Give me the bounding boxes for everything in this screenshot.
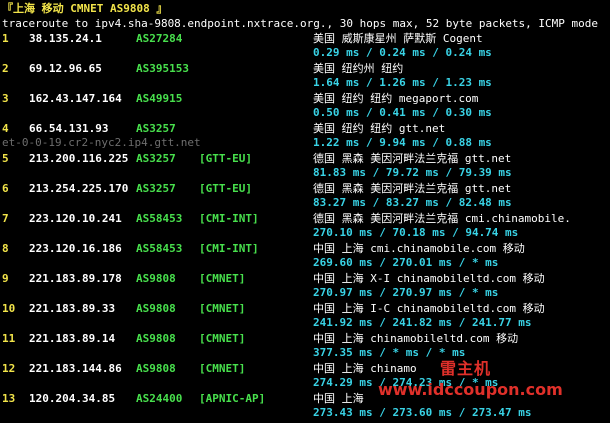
hop-number: 8: [2, 242, 9, 255]
hop-geo: 中国 上海 X-I chinamobileltd.com 移动: [313, 272, 545, 285]
hop-rtt: 0.29 ms / 0.24 ms / 0.24 ms: [313, 46, 492, 59]
hop-rtt: 1.64 ms / 1.26 ms / 1.23 ms: [313, 76, 492, 89]
hop-geo: 中国 上海 I-C chinamobileltd.com 移动: [313, 302, 545, 315]
hop-geo: 美国 纽约 纽约 megaport.com: [313, 92, 479, 105]
hop-network-tag: [CMI-INT]: [199, 242, 259, 255]
terminal-window: 『上海 移动 CMNET AS9808 』 traceroute to ipv4…: [0, 0, 610, 423]
hop-rtt: 0.50 ms / 0.41 ms / 0.30 ms: [313, 106, 492, 119]
hop-ip: 66.54.131.93: [29, 122, 109, 135]
hop-ip: 221.183.89.14: [29, 332, 116, 345]
hop-network-tag: [CMI-INT]: [199, 212, 259, 225]
hop-ip: 213.200.116.225: [29, 152, 129, 165]
hop-asn: AS395153: [136, 62, 189, 75]
hop-geo: 中国 上海 chinamo: [313, 362, 417, 375]
hop-geo: 美国 纽约州 纽约: [313, 62, 404, 75]
hop-asn: AS58453: [136, 212, 183, 225]
hop-number: 6: [2, 182, 9, 195]
hop-ip: 223.120.10.241: [29, 212, 122, 225]
hop-ip: 162.43.147.164: [29, 92, 122, 105]
command-text: traceroute to ipv4.sha-9808.endpoint.nxt…: [2, 17, 599, 30]
hop-geo: 德国 黑森 美因河畔法兰克福 cmi.chinamobile.: [313, 212, 571, 225]
hop-ip: 221.183.89.33: [29, 302, 116, 315]
hop-asn: AS49915: [136, 92, 183, 105]
hop-network-tag: [CMNET]: [199, 362, 246, 375]
hop-ip: 221.183.89.178: [29, 272, 122, 285]
hop-geo: 中国 上海 chinamobileltd.com 移动: [313, 332, 519, 345]
hop-number: 1: [2, 32, 9, 45]
hop-network-tag: [GTT-EU]: [199, 152, 252, 165]
hop-asn: AS3257: [136, 122, 176, 135]
hop-asn: AS9808: [136, 362, 176, 375]
hop-geo: 美国 纽约 纽约 gtt.net: [313, 122, 446, 135]
hop-number: 5: [2, 152, 9, 165]
hop-number: 12: [2, 362, 16, 375]
hop-network-tag: [GTT-EU]: [199, 182, 252, 195]
hop-number: 13: [2, 392, 16, 405]
hop-network-tag: [CMNET]: [199, 332, 246, 345]
hop-ip: 221.183.144.86: [29, 362, 122, 375]
hop-ip: 69.12.96.65: [29, 62, 102, 75]
hop-ip: 120.204.34.85: [29, 392, 116, 405]
hop-geo: 德国 黑森 美因河畔法兰克福 gtt.net: [313, 182, 512, 195]
hop-geo: 中国 上海: [313, 392, 364, 405]
hop-asn: AS27284: [136, 32, 183, 45]
hop-asn: AS3257: [136, 152, 176, 165]
hop-rtt: 1.22 ms / 9.94 ms / 0.88 ms: [313, 136, 492, 149]
hop-rtt: 81.83 ms / 79.72 ms / 79.39 ms: [313, 166, 512, 179]
hop-asn: AS9808: [136, 272, 176, 285]
hop-rtt: 269.60 ms / 270.01 ms / * ms: [313, 256, 499, 269]
hop-number: 9: [2, 272, 9, 285]
hop-network-tag: [APNIC-AP]: [199, 392, 266, 405]
hop-ip: 38.135.24.1: [29, 32, 102, 45]
hop-number: 4: [2, 122, 9, 135]
hop-number: 2: [2, 62, 9, 75]
hop-rtt: 83.27 ms / 83.27 ms / 82.48 ms: [313, 196, 512, 209]
hop-asn: AS9808: [136, 302, 176, 315]
hop-asn: AS24400: [136, 392, 183, 405]
hop-number: 11: [2, 332, 16, 345]
hop-asn: AS3257: [136, 182, 176, 195]
hop-rtt: 270.10 ms / 70.18 ms / 94.74 ms: [313, 226, 519, 239]
hop-number: 7: [2, 212, 9, 225]
hop-number: 10: [2, 302, 16, 315]
hop-geo: 美国 威斯康星州 萨默斯 Cogent: [313, 32, 483, 45]
hop-geo: 中国 上海 cmi.chinamobile.com 移动: [313, 242, 525, 255]
hop-rtt: 270.97 ms / 270.97 ms / * ms: [313, 286, 499, 299]
hop-rtt: 241.92 ms / 241.82 ms / 241.77 ms: [313, 316, 532, 329]
hop-ip: 223.120.16.186: [29, 242, 122, 255]
hop-rtt: 273.43 ms / 273.60 ms / 273.47 ms: [313, 406, 532, 419]
hop-ip: 213.254.225.170: [29, 182, 129, 195]
hop-number: 3: [2, 92, 9, 105]
hop-geo: 德国 黑森 美因河畔法兰克福 gtt.net: [313, 152, 512, 165]
trace-header: 『上海 移动 CMNET AS9808 』: [2, 2, 168, 15]
hop-network-tag: [CMNET]: [199, 272, 246, 285]
hop-asn: AS9808: [136, 332, 176, 345]
hop-hostname: et-0-0-19.cr2-nyc2.ip4.gtt.net: [2, 136, 201, 149]
hop-asn: AS58453: [136, 242, 183, 255]
hop-network-tag: [CMNET]: [199, 302, 246, 315]
watermark-url: www.idccoupon.com: [378, 380, 563, 399]
watermark-brand: 雷主机: [440, 359, 492, 378]
